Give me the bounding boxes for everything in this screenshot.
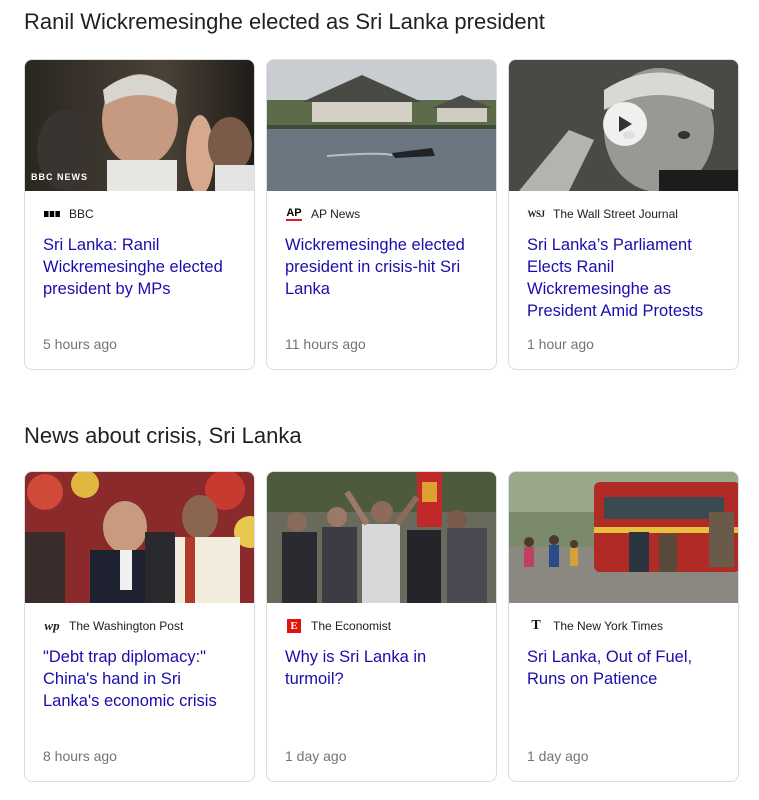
source-name: AP News [311, 207, 361, 221]
news-source: AP AP News [285, 206, 360, 222]
bbc-logo-icon [43, 207, 61, 221]
news-thumbnail[interactable]: BBC NEWS [25, 60, 254, 191]
news-card[interactable]: AP AP News Wickremesinghe elected presid… [266, 59, 497, 370]
news-source: BBC [43, 206, 94, 222]
news-timestamp: 5 hours ago [43, 336, 117, 352]
play-video-icon[interactable] [603, 102, 647, 146]
source-name: The Economist [311, 619, 392, 633]
news-headline-link[interactable]: Sri Lanka, Out of Fuel, Runs on Patience [527, 646, 723, 690]
news-source: WSJ The Wall Street Journal [527, 206, 678, 222]
news-headline-link[interactable]: Why is Sri Lanka in turmoil? [285, 646, 481, 690]
wsj-logo-icon: WSJ [527, 209, 545, 219]
news-thumbnail[interactable] [267, 60, 496, 191]
news-timestamp: 1 day ago [285, 748, 347, 764]
news-source: E The Economist [285, 618, 391, 634]
nyt-logo-icon: T [531, 618, 541, 633]
news-thumbnail[interactable] [509, 60, 738, 191]
economist-logo-icon: E [285, 619, 303, 633]
news-card[interactable]: E The Economist Why is Sri Lanka in turm… [266, 471, 497, 782]
news-timestamp: 1 day ago [527, 748, 589, 764]
news-card[interactable]: BBC NEWS BBC Sri Lanka: Ranil Wickremesi… [24, 59, 255, 370]
section-title: News about crisis, Sri Lanka [24, 423, 302, 448]
news-card[interactable]: T The New York Times Sri Lanka, Out of F… [508, 471, 739, 782]
news-thumbnail[interactable] [25, 472, 254, 603]
news-timestamp: 8 hours ago [43, 748, 117, 764]
source-name: The New York Times [553, 619, 664, 633]
news-thumbnail[interactable] [509, 472, 738, 603]
news-timestamp: 1 hour ago [527, 336, 594, 352]
news-source: T The New York Times [527, 618, 663, 634]
ap-logo-icon: AP [286, 206, 302, 221]
news-headline-link[interactable]: Sri Lanka: Ranil Wickremesinghe elected … [43, 234, 239, 300]
source-name: The Wall Street Journal [553, 207, 678, 221]
news-card[interactable]: wp The Washington Post "Debt trap diplom… [24, 471, 255, 782]
section-title: Ranil Wickremesinghe elected as Sri Lank… [24, 9, 545, 34]
source-name: The Washington Post [69, 619, 184, 633]
source-name: BBC [69, 207, 94, 221]
news-card[interactable]: WSJ The Wall Street Journal Sri Lanka’s … [508, 59, 739, 370]
news-headline-link[interactable]: "Debt trap diplomacy:" China's hand in S… [43, 646, 239, 712]
bbc-news-badge: BBC NEWS [31, 172, 88, 182]
news-source: wp The Washington Post [43, 618, 183, 634]
news-headline-link[interactable]: Sri Lanka’s Parliament Elects Ranil Wick… [527, 234, 723, 322]
wapo-logo-icon: wp [44, 618, 60, 633]
news-timestamp: 11 hours ago [285, 336, 366, 352]
news-headline-link[interactable]: Wickremesinghe elected president in cris… [285, 234, 481, 300]
news-thumbnail[interactable] [267, 472, 496, 603]
